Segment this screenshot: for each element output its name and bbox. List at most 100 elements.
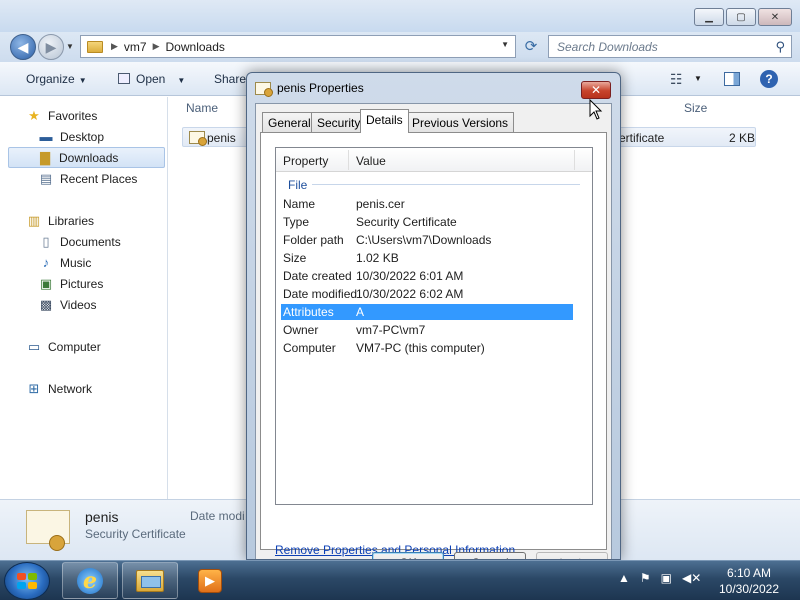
navigation-bar: ◀ ▶ ▼ ▶ vm7 ▶ Downloads ▼ ⟳ Search Downl… <box>0 32 800 62</box>
property-value: A <box>356 305 365 319</box>
apply-button[interactable]: Apply <box>536 552 608 559</box>
column-header-size[interactable]: Size <box>684 101 707 115</box>
property-value: penis.cer <box>356 197 405 211</box>
forward-button[interactable]: ▶ <box>38 34 64 60</box>
windows-explorer-icon <box>136 569 164 592</box>
breadcrumb-chevron-icon[interactable]: ▶ <box>111 41 118 52</box>
volume-muted-icon[interactable]: ◀✕ <box>682 571 701 585</box>
property-key: Type <box>283 215 310 229</box>
search-icon[interactable]: ⚲ <box>775 39 785 55</box>
start-button[interactable] <box>4 562 50 600</box>
property-row-selected[interactable]: Attributes A <box>281 304 573 320</box>
network-tray-icon[interactable]: ▣ <box>661 571 672 585</box>
property-list[interactable]: Property Value File Name penis.cer Type Se… <box>275 147 593 505</box>
ok-button[interactable]: OK <box>372 552 444 559</box>
group-header-file: File <box>288 178 308 192</box>
show-hidden-icons-icon[interactable]: ▲ <box>618 571 630 585</box>
column-header-property[interactable]: Property <box>283 154 328 168</box>
property-row[interactable]: Type Security Certificate <box>281 214 573 230</box>
downloads-folder-icon <box>87 40 103 53</box>
nav-videos-label: Videos <box>60 297 97 312</box>
properties-dialog: penis Properties ✕ General Security Deta… <box>246 72 621 560</box>
property-key: Attributes <box>283 305 334 319</box>
internet-explorer-icon: e <box>77 567 103 594</box>
tab-security[interactable]: Security <box>311 112 367 132</box>
desktop-icon: ▬ <box>39 129 53 144</box>
explorer-titlebar[interactable]: ▁ ▢ ✕ <box>0 0 800 32</box>
breadcrumb-downloads[interactable]: Downloads <box>166 40 225 54</box>
column-divider[interactable] <box>574 150 575 170</box>
details-date-label: Date modi <box>190 509 245 523</box>
help-icon[interactable]: ? <box>760 70 778 88</box>
action-center-flag-icon[interactable]: ⚑ <box>640 571 651 585</box>
column-divider[interactable] <box>348 150 349 170</box>
change-view-icon[interactable]: ☷ <box>670 71 683 88</box>
property-key: Folder path <box>283 233 344 247</box>
minimize-button[interactable]: ▁ <box>694 8 724 26</box>
dialog-titlebar[interactable]: penis Properties <box>255 81 364 97</box>
network-icon: ⊞ <box>28 380 40 396</box>
music-icon: ♪ <box>42 255 50 270</box>
open-icon <box>118 73 130 84</box>
maximize-button[interactable]: ▢ <box>726 8 756 26</box>
back-button[interactable]: ◀ <box>10 34 36 60</box>
media-player-icon: ▶ <box>198 568 222 593</box>
property-row[interactable]: Size 1.02 KB <box>281 250 573 266</box>
address-bar[interactable]: ▶ vm7 ▶ Downloads ▼ <box>80 35 516 58</box>
property-value: 1.02 KB <box>356 251 399 265</box>
property-row[interactable]: Folder path C:\Users\vm7\Downloads <box>281 232 573 248</box>
property-key: Date created <box>283 269 352 283</box>
nav-downloads[interactable]: ▇ Downloads <box>8 147 165 168</box>
open-button[interactable]: Open ▼ <box>118 72 185 86</box>
recent-pages-dropdown-icon[interactable]: ▼ <box>66 42 74 51</box>
column-header-name[interactable]: Name <box>186 101 218 115</box>
caption-buttons: ▁ ▢ ✕ <box>694 8 792 26</box>
close-button[interactable]: ✕ <box>758 8 792 26</box>
property-row[interactable]: Date created 10/30/2022 6:01 AM <box>281 268 573 284</box>
dialog-close-button[interactable]: ✕ <box>581 81 611 99</box>
property-value: VM7-PC (this computer) <box>356 341 485 355</box>
chevron-down-icon: ▼ <box>177 76 186 85</box>
property-row[interactable]: Date modified 10/30/2022 6:02 AM <box>281 286 573 302</box>
details-file-type: Security Certificate <box>85 527 186 541</box>
taskbar: e ▶ ▲ ⚑ ▣ ◀✕ 6:10 AM 10/30/2022 <box>0 560 800 600</box>
address-dropdown-icon[interactable]: ▼ <box>501 40 509 49</box>
refresh-icon[interactable]: ⟳ <box>520 36 542 58</box>
tab-previous-versions[interactable]: Previous Versions <box>406 112 515 132</box>
clock-time: 6:10 AM <box>726 566 772 580</box>
column-header-value[interactable]: Value <box>356 154 386 168</box>
cancel-button[interactable]: Cancel <box>454 552 526 559</box>
property-row[interactable]: Computer VM7-PC (this computer) <box>281 340 573 356</box>
property-value: 10/30/2022 6:01 AM <box>356 269 464 283</box>
computer-icon: ▭ <box>27 338 41 354</box>
nav-recent-label: Recent Places <box>60 171 138 186</box>
search-input[interactable]: Search Downloads ⚲ <box>548 35 792 58</box>
share-label: Share <box>214 72 247 86</box>
share-button[interactable]: Share <box>214 72 246 86</box>
property-value: vm7-PC\vm7 <box>356 323 426 337</box>
taskbar-media-player[interactable]: ▶ <box>182 562 238 599</box>
details-tab-panel: Property Value File Name penis.cer Type Se… <box>260 132 607 557</box>
property-row[interactable]: Name penis.cer <box>281 196 573 212</box>
star-icon: ★ <box>28 107 40 123</box>
taskbar-internet-explorer[interactable]: e <box>62 562 118 599</box>
nav-network-label: Network <box>48 381 93 396</box>
organize-button[interactable]: Organize ▼ <box>26 72 87 86</box>
breadcrumb-chevron-icon[interactable]: ▶ <box>153 41 160 52</box>
view-dropdown-icon[interactable]: ▼ <box>694 74 702 83</box>
dialog-title: penis Properties <box>277 81 364 95</box>
certificate-icon <box>26 510 70 551</box>
preview-pane-icon[interactable] <box>724 72 740 86</box>
property-value: Security Certificate <box>356 215 457 229</box>
property-row[interactable]: Owner vm7-PC\vm7 <box>281 322 573 338</box>
file-size: 2 KB <box>729 131 756 145</box>
tab-general[interactable]: General <box>262 112 317 132</box>
taskbar-windows-explorer[interactable] <box>122 562 178 599</box>
clock[interactable]: 6:10 AM 10/30/2022 <box>706 565 792 597</box>
property-value: C:\Users\vm7\Downloads <box>356 233 492 247</box>
tab-details[interactable]: Details <box>360 109 409 133</box>
breadcrumb-vm7[interactable]: vm7 <box>124 40 147 54</box>
details-file-name: penis <box>85 509 119 525</box>
chevron-down-icon: ▼ <box>78 76 87 85</box>
clock-date: 10/30/2022 <box>718 582 780 596</box>
